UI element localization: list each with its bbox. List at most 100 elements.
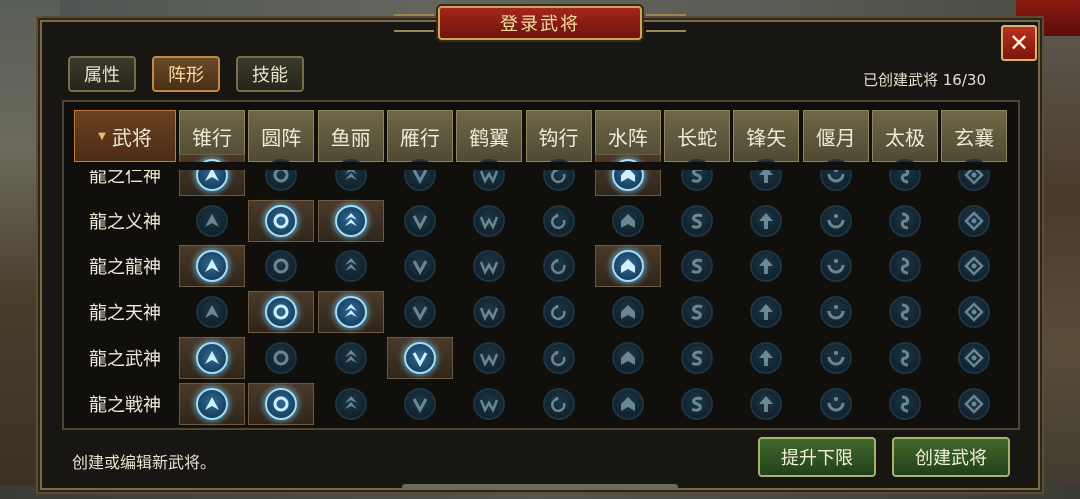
formation-cell[interactable] [872, 154, 938, 196]
formation-badge [334, 250, 367, 283]
formation-cell[interactable] [733, 337, 799, 379]
tab-skills[interactable]: 技能 [236, 56, 304, 92]
close-icon: ✕ [1008, 29, 1030, 57]
formation-cell[interactable] [872, 291, 938, 333]
formation-cell[interactable] [595, 200, 661, 242]
formation-cell[interactable] [318, 383, 384, 425]
formation-cell[interactable] [248, 199, 315, 242]
formation-cell[interactable] [733, 200, 799, 242]
formation-cell[interactable] [594, 154, 661, 196]
raise-limit-button[interactable]: 提升下限 [758, 437, 876, 477]
fish-scale-icon [344, 212, 357, 226]
formation-cell[interactable] [179, 154, 245, 196]
hero-row[interactable]: 龍之天神 [74, 290, 1008, 334]
formation-cell[interactable] [941, 291, 1007, 333]
formation-cell[interactable] [941, 245, 1007, 287]
formation-cell[interactable] [941, 200, 1007, 242]
formation-cell[interactable] [526, 154, 592, 196]
formation-badge [750, 250, 783, 283]
formation-cell[interactable] [941, 383, 1007, 425]
formation-cell[interactable] [318, 337, 384, 379]
formation-badge [889, 250, 921, 283]
formation-cell[interactable] [872, 383, 938, 425]
fish-scale-icon [344, 349, 357, 363]
formation-cell[interactable] [386, 336, 453, 379]
formation-cell[interactable] [733, 245, 799, 287]
formation-cell[interactable] [872, 245, 938, 287]
formation-cell[interactable] [526, 337, 592, 379]
formation-cell[interactable] [387, 291, 453, 333]
hero-row[interactable]: 龍之仁神 [74, 153, 1008, 197]
formation-cell[interactable] [664, 154, 730, 196]
formation-badge [473, 387, 506, 420]
ring-icon [273, 304, 289, 320]
formation-cell[interactable] [733, 154, 799, 196]
wave-icon [620, 305, 635, 320]
formation-cell[interactable] [387, 245, 453, 287]
formation-cell[interactable] [317, 199, 384, 242]
formation-cell[interactable] [248, 245, 314, 287]
formation-cell[interactable] [526, 245, 592, 287]
formation-cell[interactable] [594, 245, 661, 288]
formation-cell[interactable] [387, 200, 453, 242]
formation-cell[interactable] [248, 291, 315, 334]
formation-cell[interactable] [456, 383, 522, 425]
formation-cell[interactable] [248, 154, 314, 196]
formation-cell[interactable] [595, 337, 661, 379]
formation-cell[interactable] [456, 337, 522, 379]
formation-cell[interactable] [595, 291, 661, 333]
formation-cell[interactable] [941, 154, 1007, 196]
create-hero-button[interactable]: 创建武将 [892, 437, 1010, 477]
tab-formation[interactable]: 阵形 [152, 56, 220, 92]
formation-cell[interactable] [733, 383, 799, 425]
diamond-icon [964, 210, 985, 231]
formation-cell[interactable] [456, 154, 522, 196]
formation-cell[interactable] [733, 291, 799, 333]
close-button[interactable]: ✕ [1001, 25, 1037, 61]
formation-cell[interactable] [456, 291, 522, 333]
formation-cell[interactable] [872, 200, 938, 242]
formation-cell[interactable] [803, 200, 869, 242]
formation-badge [265, 204, 298, 237]
formation-cell[interactable] [595, 383, 661, 425]
formation-cell[interactable] [526, 383, 592, 425]
formation-cell[interactable] [941, 337, 1007, 379]
formation-cell[interactable] [318, 154, 384, 196]
formation-cell[interactable] [803, 337, 869, 379]
formation-cell[interactable] [664, 291, 730, 333]
formation-cell[interactable] [456, 200, 522, 242]
hero-row[interactable]: 龍之龍神 [74, 244, 1008, 288]
formation-cell[interactable] [248, 382, 315, 425]
formation-cell[interactable] [179, 336, 245, 379]
formation-cell[interactable] [664, 383, 730, 425]
formation-cell[interactable] [248, 337, 314, 379]
formation-cell[interactable] [872, 337, 938, 379]
formation-cell[interactable] [387, 383, 453, 425]
formation-cell[interactable] [179, 200, 245, 242]
scroll-indicator[interactable] [402, 484, 678, 490]
formation-cell[interactable] [526, 291, 592, 333]
formation-cell[interactable] [317, 291, 384, 334]
formation-cell[interactable] [387, 154, 453, 196]
formation-cell[interactable] [664, 337, 730, 379]
formation-cell[interactable] [179, 382, 245, 425]
arrow-up-icon [205, 259, 219, 273]
formation-cell[interactable] [803, 383, 869, 425]
formation-cell[interactable] [318, 245, 384, 287]
formation-cell[interactable] [526, 200, 592, 242]
tab-attributes[interactable]: 属性 [68, 56, 136, 92]
column-header-label: 玄襄 [954, 125, 995, 150]
formation-badge [958, 296, 991, 329]
formation-cell[interactable] [664, 200, 730, 242]
formation-cell[interactable] [179, 291, 245, 333]
formation-cell[interactable] [803, 154, 869, 196]
formation-cell[interactable] [803, 291, 869, 333]
formation-cell[interactable] [456, 245, 522, 287]
formation-cell[interactable] [664, 245, 730, 287]
diamond-icon [964, 256, 985, 277]
formation-cell[interactable] [179, 245, 245, 288]
hero-row[interactable]: 龍之戦神 [74, 382, 1008, 426]
formation-cell[interactable] [803, 245, 869, 287]
hero-row[interactable]: 龍之义神 [74, 199, 1008, 243]
hero-row[interactable]: 龍之武神 [74, 336, 1008, 380]
